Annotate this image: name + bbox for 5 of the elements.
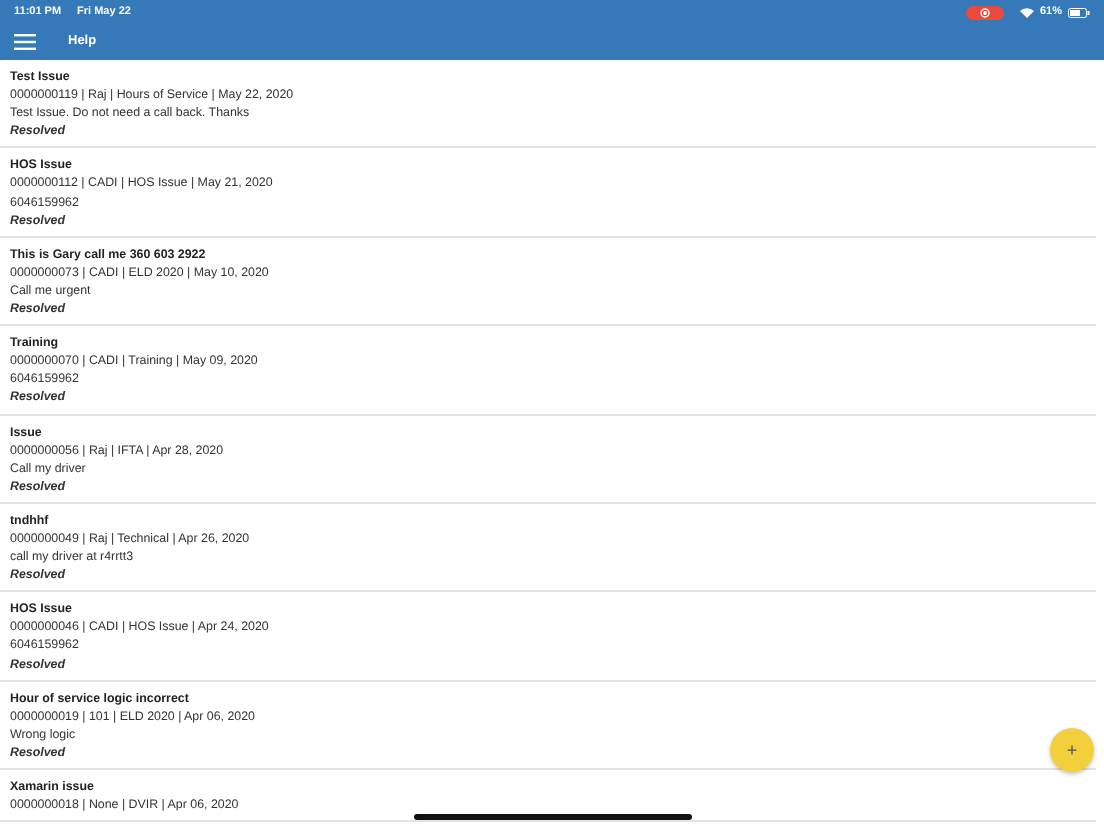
recording-indicator-icon (965, 6, 1004, 20)
wifi-icon (1019, 8, 1034, 18)
menu-icon[interactable] (14, 33, 36, 49)
battery-icon (1068, 8, 1090, 18)
add-button[interactable]: + (1050, 728, 1094, 772)
